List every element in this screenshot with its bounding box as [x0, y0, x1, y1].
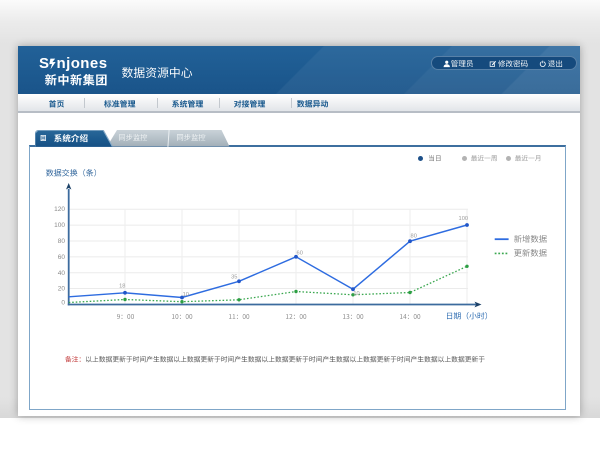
svg-text:60: 60: [58, 254, 66, 261]
svg-text:0: 0: [61, 299, 65, 306]
svg-text:80: 80: [58, 238, 66, 245]
svg-text:120: 120: [54, 206, 65, 213]
svg-text:100: 100: [54, 222, 65, 229]
svg-text:80: 80: [411, 233, 417, 239]
svg-text:18: 18: [119, 283, 125, 289]
svg-text:20: 20: [58, 285, 66, 292]
svg-text:10: 10: [183, 292, 189, 298]
svg-text:10: 10: [353, 291, 359, 297]
svg-text:100: 100: [459, 216, 469, 222]
svg-text:60: 60: [297, 250, 303, 256]
svg-text:35: 35: [231, 274, 237, 280]
svg-text:40: 40: [58, 270, 66, 277]
